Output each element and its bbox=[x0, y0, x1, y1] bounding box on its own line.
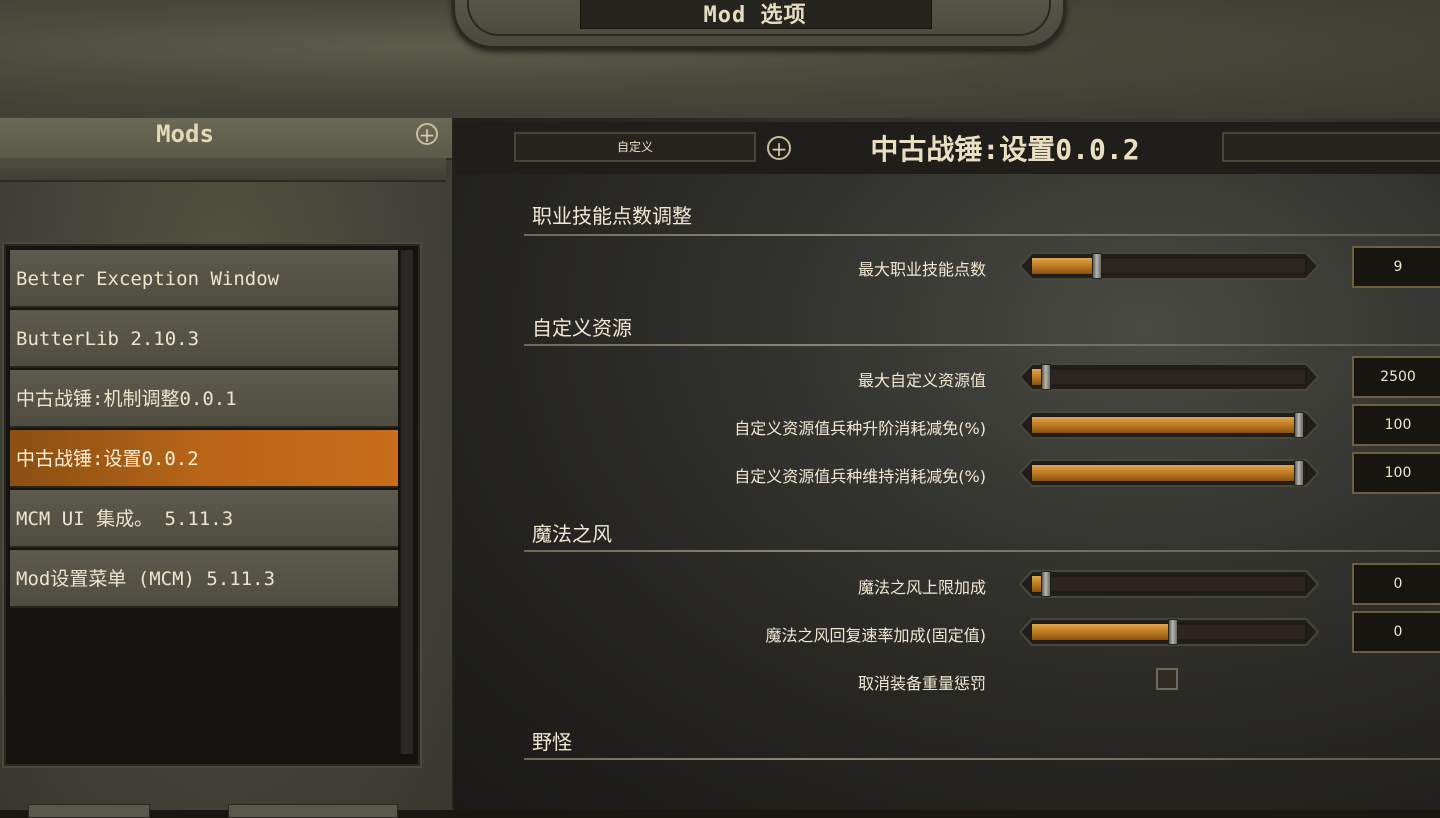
setting-value-input[interactable]: 0 bbox=[1352, 611, 1440, 653]
section-divider bbox=[524, 550, 1440, 552]
slider-fill bbox=[1032, 465, 1299, 481]
slider-fill bbox=[1032, 417, 1299, 433]
equipment-weight-checkbox[interactable] bbox=[1156, 668, 1178, 690]
right-header-box[interactable] bbox=[1222, 132, 1440, 162]
slider-handle[interactable] bbox=[1294, 412, 1304, 438]
setting-slider[interactable] bbox=[1018, 362, 1320, 392]
slider-handle[interactable] bbox=[1167, 619, 1178, 645]
section-title: 自定义资源 bbox=[532, 316, 632, 340]
add-preset-button[interactable]: + bbox=[767, 136, 791, 160]
section-divider bbox=[524, 344, 1440, 346]
section-title: 魔法之风 bbox=[532, 522, 612, 546]
window-title: Mod 选项 bbox=[703, 3, 807, 28]
setting-value-input[interactable]: 100 bbox=[1352, 404, 1440, 446]
preset-dropdown[interactable]: 自定义 bbox=[514, 132, 756, 162]
setting-value-input[interactable]: 2500 bbox=[1352, 356, 1440, 398]
checkbox-label: 取消装备重量惩罚 bbox=[857, 674, 986, 693]
section-title: 野怪 bbox=[532, 730, 572, 754]
settings-title: 中古战锤:设置0.0.2 bbox=[870, 133, 1140, 166]
setting-label: 魔法之风回复速率加成(固定值) bbox=[765, 626, 987, 645]
section-title: 职业技能点数调整 bbox=[532, 204, 692, 228]
add-mod-button[interactable]: + bbox=[416, 123, 438, 146]
setting-slider[interactable] bbox=[1018, 617, 1320, 647]
setting-slider[interactable] bbox=[1018, 251, 1320, 281]
mods-header-title: Mods bbox=[156, 120, 214, 148]
bottom-button-left[interactable] bbox=[28, 804, 150, 818]
mod-list-item-selected[interactable]: 中古战锤:设置0.0.2 bbox=[10, 430, 398, 488]
section-divider bbox=[524, 758, 1440, 760]
slider-handle[interactable] bbox=[1041, 364, 1051, 390]
mod-list-item[interactable]: ButterLib 2.10.3 bbox=[10, 310, 398, 368]
slider-frame bbox=[1018, 570, 1320, 598]
slider-fill bbox=[1032, 258, 1097, 274]
mod-list-scrollbar[interactable] bbox=[400, 250, 413, 754]
bottom-button-right[interactable] bbox=[228, 804, 398, 818]
setting-label: 最大职业技能点数 bbox=[857, 260, 986, 279]
setting-slider[interactable] bbox=[1018, 410, 1320, 440]
setting-value-input[interactable]: 9 bbox=[1352, 246, 1440, 288]
mod-list-item[interactable]: Mod设置菜单 (MCM) 5.11.3 bbox=[10, 550, 398, 608]
setting-value-input[interactable]: 100 bbox=[1352, 452, 1440, 494]
slider-handle[interactable] bbox=[1041, 571, 1051, 597]
slider-handle[interactable] bbox=[1294, 460, 1304, 486]
mod-list-item[interactable]: MCM UI 集成。 5.11.3 bbox=[10, 490, 398, 548]
slider-frame bbox=[1018, 363, 1320, 391]
section-divider bbox=[524, 234, 1440, 236]
setting-slider[interactable] bbox=[1018, 458, 1320, 488]
mod-list-item[interactable]: 中古战锤:机制调整0.0.1 bbox=[10, 370, 398, 428]
slider-fill bbox=[1032, 624, 1173, 640]
setting-slider[interactable] bbox=[1018, 569, 1320, 599]
mod-list-item[interactable]: Better Exception Window bbox=[10, 250, 398, 308]
setting-label: 最大自定义资源值 bbox=[857, 371, 986, 390]
mods-header-shelf bbox=[0, 158, 446, 182]
setting-label: 自定义资源值兵种升阶消耗减免(%) bbox=[734, 419, 986, 438]
setting-label: 自定义资源值兵种维持消耗减免(%) bbox=[734, 467, 986, 486]
slider-handle[interactable] bbox=[1091, 253, 1102, 279]
setting-value-input[interactable]: 0 bbox=[1352, 563, 1440, 605]
setting-label: 魔法之风上限加成 bbox=[857, 578, 986, 597]
